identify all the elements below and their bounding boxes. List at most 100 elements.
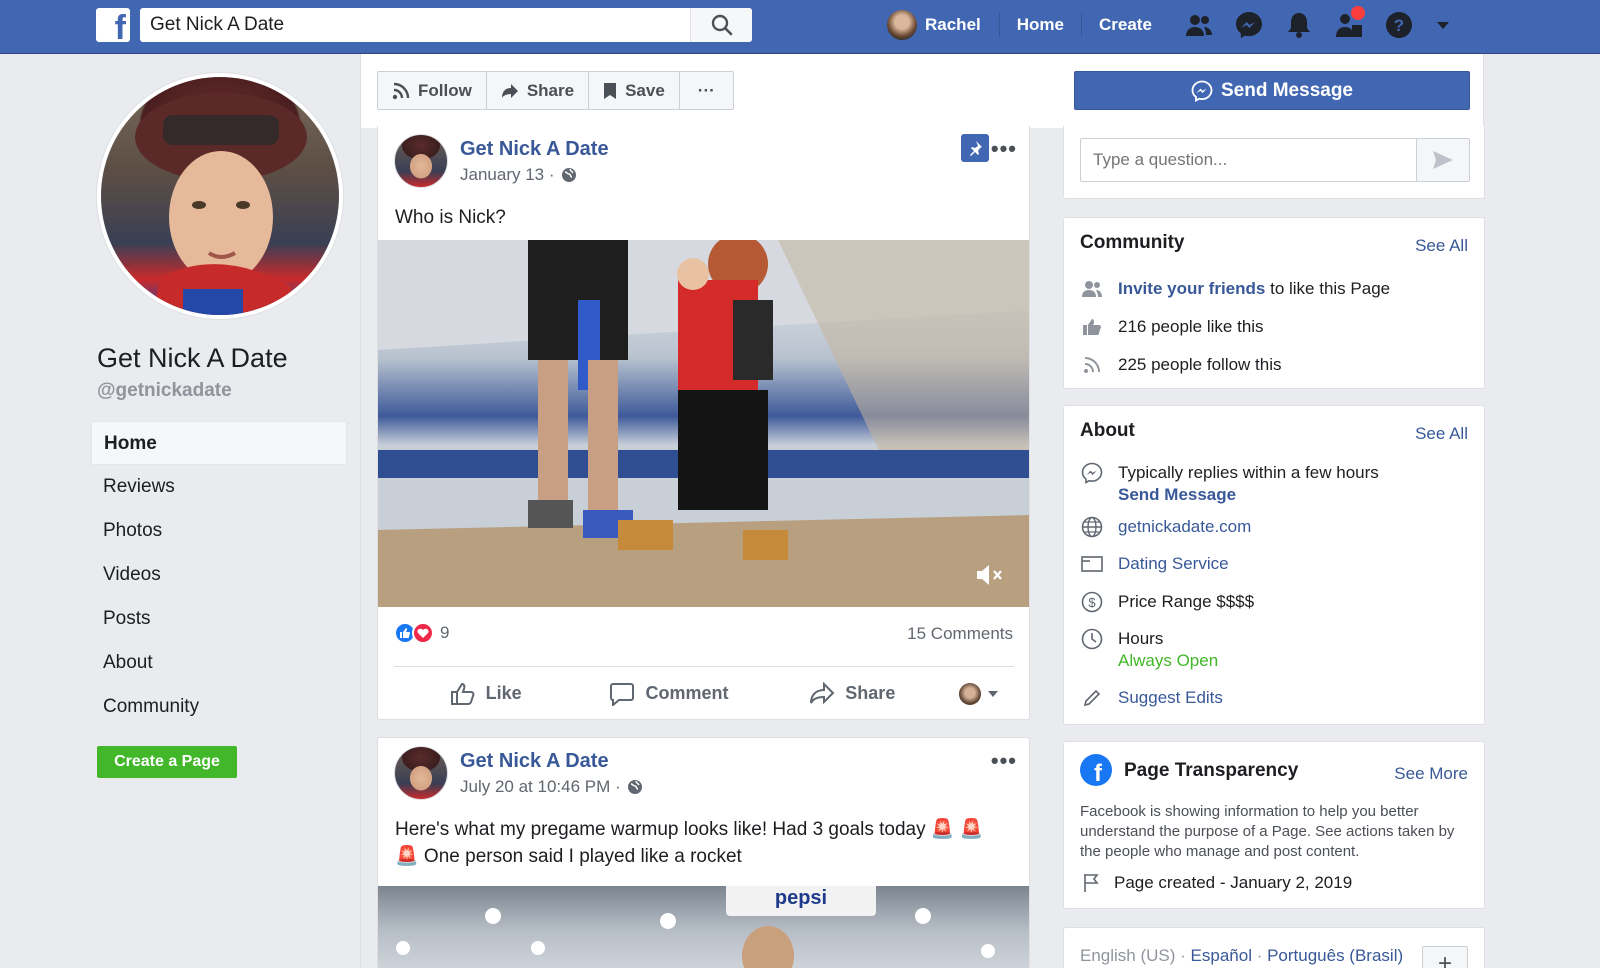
suggest-edits-link[interactable]: Suggest Edits [1118, 687, 1223, 709]
page-action-bar: Follow Share Save ··· [377, 71, 734, 110]
top-navigation-bar: f Rachel Home Create [0, 0, 1600, 54]
post-as-selector[interactable] [944, 682, 1014, 705]
post-author-avatar[interactable] [394, 746, 448, 800]
thumbs-up-icon [450, 682, 475, 705]
reactions-summary[interactable]: 9 [394, 622, 449, 644]
nav-icons: ? [1181, 6, 1455, 42]
dollar-icon: $ [1080, 591, 1104, 613]
save-button[interactable]: Save [589, 72, 680, 109]
sidebar-item-videos[interactable]: Videos [91, 553, 347, 597]
post-author-name[interactable]: Get Nick A Date [460, 138, 609, 161]
comment-icon [610, 682, 635, 706]
about-card: About See All Typically replies within a… [1063, 405, 1485, 725]
language-list: English (US) · Español · Português (Bras… [1080, 946, 1404, 965]
transparency-description: Facebook is showing information to help … [1080, 803, 1455, 860]
sidebar-item-photos[interactable]: Photos [91, 509, 347, 553]
share-page-button[interactable]: Share [487, 72, 590, 109]
ask-question-card [1063, 126, 1485, 199]
globe-icon [561, 168, 576, 182]
more-options-button[interactable]: ··· [680, 72, 733, 109]
post-video[interactable] [378, 240, 1029, 607]
post-options-button[interactable]: ••• [991, 748, 1017, 774]
share-post-button[interactable]: Share [761, 681, 944, 706]
post-meta: Get Nick A Date January 13 · [460, 134, 609, 188]
sidebar-item-home[interactable]: Home [91, 421, 347, 465]
website-link[interactable]: getnickadate.com [1118, 516, 1251, 538]
mute-toggle-button[interactable] [975, 562, 1005, 593]
post-video[interactable]: pepsi [378, 886, 1029, 968]
pencil-icon [1080, 687, 1104, 709]
page-manager-button[interactable] [1331, 6, 1367, 42]
add-language-button[interactable]: + [1422, 946, 1468, 968]
like-label: Like [485, 683, 522, 703]
question-input[interactable] [1080, 138, 1416, 182]
community-card: Community See All Invite your friends to… [1063, 217, 1485, 389]
post-author-name[interactable]: Get Nick A Date [460, 750, 643, 773]
create-page-button[interactable]: Create a Page [97, 746, 237, 778]
post-options-button[interactable]: ••• [991, 136, 1017, 162]
post-timestamp[interactable]: July 20 at 10:46 PM · [460, 777, 643, 797]
about-see-all-link[interactable]: See All [1415, 424, 1468, 444]
rss-icon [392, 82, 410, 99]
about-send-message-link[interactable]: Send Message [1118, 485, 1236, 504]
svg-text:f: f [1094, 760, 1103, 786]
home-link[interactable]: Home [1000, 13, 1082, 37]
profile-photo [101, 77, 339, 315]
post-timestamp[interactable]: January 13 · [460, 165, 609, 185]
transparency-see-more-link[interactable]: See More [1394, 764, 1468, 784]
messenger-icon [1191, 80, 1213, 102]
sidebar-item-about[interactable]: About [91, 641, 347, 685]
sidebar-item-reviews[interactable]: Reviews [91, 465, 347, 509]
post-header: Get Nick A Date January 13 · [394, 134, 609, 188]
send-message-label: Send Message [1221, 79, 1353, 101]
help-button[interactable]: ? [1381, 8, 1417, 42]
globe-icon [627, 780, 642, 794]
follow-button[interactable]: Follow [378, 72, 487, 109]
page-username[interactable]: @getnickadate [97, 380, 232, 402]
like-button[interactable]: Like [394, 682, 577, 706]
friend-requests-button[interactable] [1181, 8, 1217, 42]
comment-button[interactable]: Comment [577, 682, 760, 706]
website-row: getnickadate.com [1080, 516, 1251, 538]
post-card: Get Nick A Date January 13 · ••• Who is … [377, 126, 1030, 720]
comments-count[interactable]: 15 Comments [907, 624, 1013, 644]
account-menu-button[interactable] [1431, 8, 1455, 42]
likes-row: 216 people like this [1080, 316, 1264, 338]
profile-link[interactable]: Rachel [887, 10, 1000, 40]
notifications-button[interactable] [1281, 8, 1317, 42]
page-created-text: Page created - January 2, 2019 [1114, 873, 1353, 892]
send-question-button[interactable] [1416, 138, 1470, 182]
post-author-avatar[interactable] [394, 134, 448, 188]
language-link-portuguese[interactable]: Português (Brasil) [1267, 946, 1403, 965]
page-profile-picture[interactable] [96, 72, 344, 320]
hours-value: Always Open [1118, 651, 1219, 670]
sidebar-item-posts[interactable]: Posts [91, 597, 347, 641]
language-link-spanish[interactable]: Español [1191, 946, 1252, 965]
clock-icon [1080, 628, 1104, 650]
facebook-logo-icon[interactable]: f [96, 8, 130, 42]
post-text-line: Here's what my pregame warmup looks like… [395, 819, 984, 840]
messenger-button[interactable] [1231, 8, 1267, 42]
share-post-label: Share [845, 683, 896, 703]
community-see-all-link[interactable]: See All [1415, 236, 1468, 256]
sidebar-item-community[interactable]: Community [91, 685, 347, 729]
current-language: English (US) [1080, 946, 1176, 965]
invite-friends-link[interactable]: Invite your friends [1118, 279, 1265, 298]
folder-icon [1080, 553, 1104, 575]
page-sidebar-nav: Home Reviews Photos Videos Posts About C… [91, 421, 347, 729]
search-button[interactable] [690, 8, 752, 42]
price-range-text: Price Range $$$$ [1118, 592, 1255, 611]
search-input[interactable] [140, 8, 690, 42]
svg-text:?: ? [1394, 16, 1404, 35]
likes-count-text[interactable]: 216 people like this [1118, 316, 1264, 338]
send-message-button[interactable]: Send Message [1074, 71, 1470, 110]
languages-card: English (US) · Español · Português (Bras… [1063, 927, 1485, 968]
pinned-post-icon [961, 134, 989, 162]
rss-icon [1080, 354, 1104, 376]
speaker-muted-icon [977, 565, 1002, 585]
category-link[interactable]: Dating Service [1118, 553, 1229, 575]
chevron-down-icon [1436, 22, 1449, 29]
comment-label: Comment [645, 683, 729, 703]
create-link[interactable]: Create [1082, 13, 1169, 37]
follows-count-text[interactable]: 225 people follow this [1118, 354, 1282, 376]
